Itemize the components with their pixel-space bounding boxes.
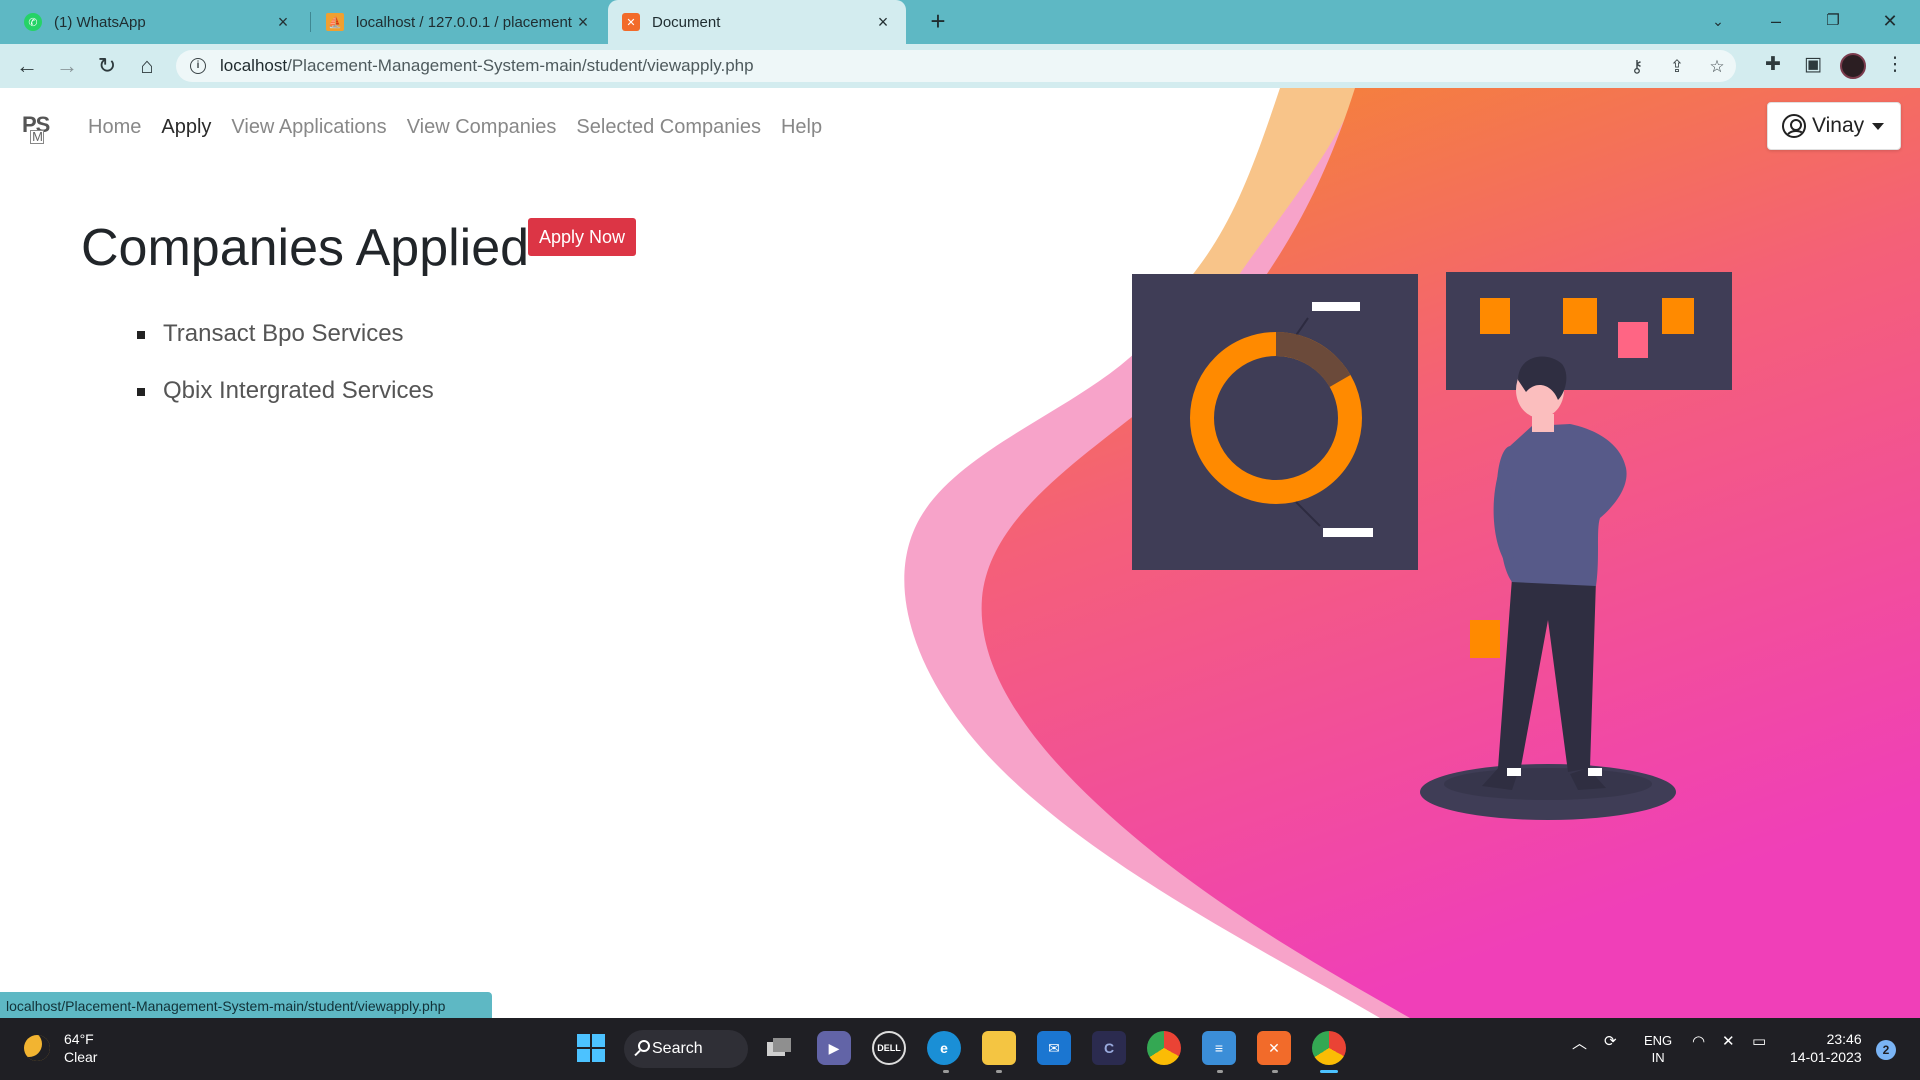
volume-muted-icon[interactable]: ✕ [1722,1032,1735,1050]
running-indicator [1217,1070,1223,1073]
notepad-icon[interactable]: ≡ [1202,1031,1236,1065]
sync-icon[interactable]: ⟳ [1604,1032,1617,1050]
user-menu-button[interactable]: Vinay [1767,102,1901,150]
profile-avatar[interactable] [1840,53,1866,79]
nav-apply[interactable]: Apply [161,116,211,139]
dell-icon[interactable]: DELL [872,1031,906,1065]
list-item: Transact Bpo Services [137,320,434,348]
brand-sub-text: M [30,130,44,144]
nav-home[interactable]: Home [88,116,141,139]
system-clock[interactable]: 23:46 14-01-2023 [1790,1030,1862,1066]
running-indicator [996,1070,1002,1073]
close-icon[interactable]: × [574,12,592,33]
running-indicator [943,1070,949,1073]
moon-icon [24,1035,50,1061]
analytics-illustration [1132,272,1732,820]
nav-view-applications[interactable]: View Applications [231,116,386,139]
new-tab-button[interactable]: + [924,8,952,36]
web-page: PS M Home Apply View Applications View C… [0,88,1920,1018]
tab-phpmyadmin[interactable]: ⛵ localhost / 127.0.0.1 / placement × [312,0,606,44]
battery-icon[interactable]: ▭ [1752,1032,1766,1050]
chrome-active-icon[interactable] [1312,1031,1346,1065]
whatsapp-icon: ✆ [24,13,42,31]
page-title: Companies Applied [81,219,530,277]
chrome-icon[interactable] [1147,1031,1181,1065]
applied-companies-list: Transact Bpo Services Qbix Intergrated S… [137,320,434,434]
forward-icon[interactable]: → [52,51,82,81]
url-path: /Placement-Management-System-main/studen… [287,56,754,75]
site-info-icon[interactable]: i [190,58,206,74]
list-item: Qbix Intergrated Services [137,377,434,405]
wifi-icon[interactable]: ◠ [1692,1032,1705,1050]
task-view-icon[interactable] [762,1031,796,1065]
edge-icon[interactable]: e [927,1031,961,1065]
share-icon[interactable]: ⇪ [1666,57,1688,79]
close-window-icon[interactable]: ✕ [1870,6,1910,36]
language-indicator[interactable]: ENG IN [1644,1032,1672,1066]
mail-icon[interactable]: ✉ [1037,1031,1071,1065]
weather-temp: 64°F [64,1031,94,1047]
xampp-icon[interactable]: ✕ [1257,1031,1291,1065]
tab-title: localhost / 127.0.0.1 / placement [356,13,572,31]
tab-divider [310,12,311,32]
address-bar[interactable]: i localhost/Placement-Management-System-… [176,50,1736,82]
lang-top: ENG [1644,1033,1673,1048]
minimize-icon[interactable]: – [1756,6,1796,36]
reload-icon[interactable]: ↻ [92,51,122,81]
tab-title: Document [652,13,721,31]
tab-search-icon[interactable]: ⌄ [1698,6,1738,36]
user-circle-icon [1782,114,1806,138]
bookmark-star-icon[interactable]: ☆ [1706,57,1728,79]
weather-widget[interactable]: 64°F Clear [24,1030,97,1066]
notification-badge[interactable]: 2 [1876,1040,1896,1060]
tab-document[interactable]: ✕ Document × [608,0,906,44]
windows-start-icon[interactable] [574,1031,608,1065]
extensions-icon[interactable]: ✚ [1760,53,1786,79]
main-nav: Home Apply View Applications View Compan… [88,116,822,139]
lang-bottom: IN [1651,1050,1665,1065]
restore-icon[interactable]: ❐ [1813,6,1853,36]
key-icon[interactable]: ⚷ [1626,57,1648,79]
browser-tabstrip: ✆ (1) WhatsApp × ⛵ localhost / 127.0.0.1… [0,0,1920,44]
file-explorer-icon[interactable] [982,1031,1016,1065]
menu-kebab-icon[interactable]: ⋮ [1882,53,1908,79]
running-indicator [1272,1070,1278,1073]
xampp-icon: ✕ [622,13,640,31]
phpmyadmin-icon: ⛵ [326,13,344,31]
tab-title: (1) WhatsApp [54,13,146,31]
search-icon [638,1040,650,1052]
caret-down-icon [1872,122,1885,130]
clock-time: 23:46 [1826,1031,1862,1047]
close-icon[interactable]: × [874,12,892,33]
windows-taskbar: 64°F Clear Search ▶ DELL e ✉ C ≡ ✕ ︿ ⟳ E… [0,1018,1920,1080]
home-icon[interactable]: ⌂ [132,51,162,81]
browser-toolbar: ← → ↻ ⌂ i localhost/Placement-Management… [0,44,1920,88]
search-label: Search [652,1040,703,1057]
code-editor-icon[interactable]: C [1092,1031,1126,1065]
tab-whatsapp[interactable]: ✆ (1) WhatsApp × [10,0,306,44]
back-icon[interactable]: ← [12,51,42,81]
taskbar-search[interactable]: Search [624,1030,748,1068]
weather-text: 64°F Clear [64,1030,97,1066]
side-panel-icon[interactable]: ▣ [1800,53,1826,79]
weather-desc: Clear [64,1049,98,1065]
url-text: localhost/Placement-Management-System-ma… [220,56,754,76]
status-bar-url: localhost/Placement-Management-System-ma… [0,992,492,1018]
active-indicator [1320,1070,1338,1073]
brand-logo[interactable]: PS M [22,112,50,144]
user-name: Vinay [1812,114,1865,137]
nav-selected-companies[interactable]: Selected Companies [576,116,761,139]
close-icon[interactable]: × [274,12,292,33]
clock-date: 14-01-2023 [1790,1049,1862,1065]
nav-help[interactable]: Help [781,116,822,139]
url-host: localhost [220,56,288,75]
teams-chat-icon[interactable]: ▶ [817,1031,851,1065]
chevron-up-icon[interactable]: ︿ [1572,1032,1587,1053]
apply-now-button[interactable]: Apply Now [528,218,637,256]
nav-view-companies[interactable]: View Companies [407,116,557,139]
